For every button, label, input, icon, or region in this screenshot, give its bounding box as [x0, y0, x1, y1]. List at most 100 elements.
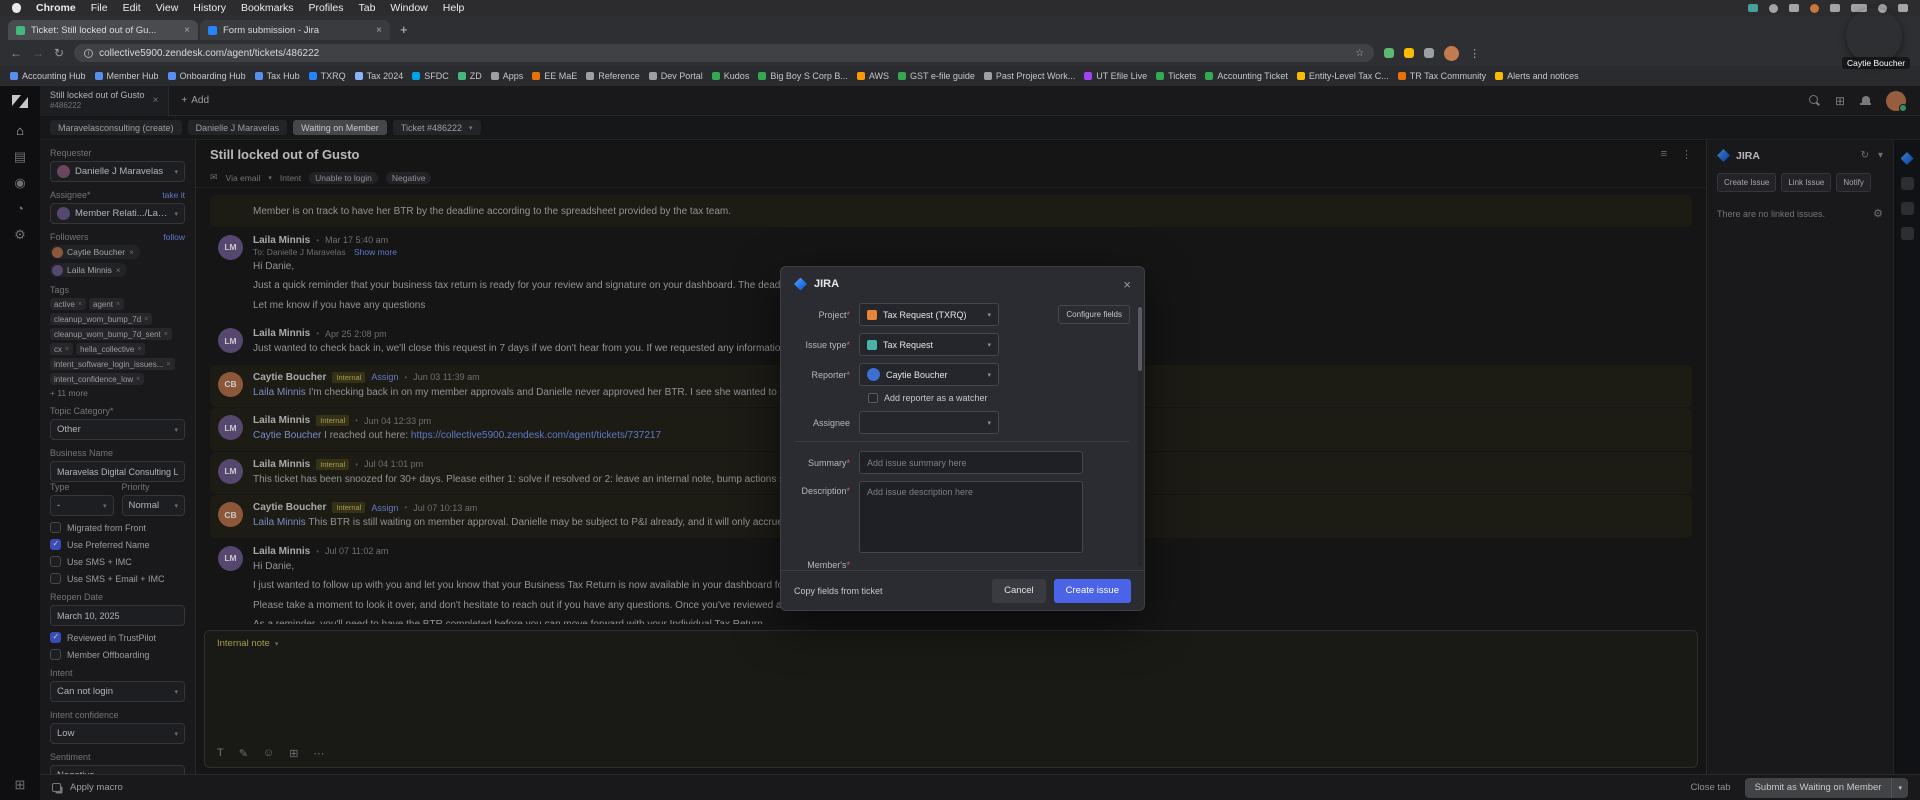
bookmark-item[interactable]: Entity-Level Tax C...: [1296, 71, 1389, 81]
site-info-icon[interactable]: i: [84, 48, 94, 58]
create-issue-button[interactable]: Create issue: [1053, 578, 1131, 603]
menubar-item[interactable]: Window: [390, 2, 427, 14]
bookmark-favicon: [490, 72, 499, 80]
members-label: Member's*: [807, 560, 850, 570]
bookmark-item[interactable]: TXRQ: [308, 71, 346, 81]
new-tab-button[interactable]: +: [400, 20, 408, 40]
assignee-select[interactable]: ▾: [859, 411, 999, 434]
bookmark-favicon: [167, 72, 176, 80]
macos-menubar: Chrome File Edit View History Bookmarks Profi…: [0, 0, 1920, 16]
bookmark-item[interactable]: EE MaE: [532, 71, 577, 81]
bookmark-item[interactable]: SFDC: [412, 71, 449, 81]
menubar-item[interactable]: History: [193, 2, 226, 14]
bookmark-item[interactable]: Accounting Hub: [10, 71, 86, 81]
reload-icon[interactable]: ↻: [54, 47, 64, 59]
bookmark-item[interactable]: UT Efile Live: [1084, 71, 1147, 81]
webcam-name-label: Caytie Boucher: [1842, 57, 1911, 69]
extensions-puzzle-icon[interactable]: [1424, 48, 1435, 58]
bookmark-item[interactable]: GST e-file guide: [898, 71, 975, 81]
configure-fields-button[interactable]: Configure fields: [1058, 305, 1130, 324]
bookmark-item[interactable]: Big Boy S Corp B...: [758, 71, 848, 81]
reporter-select[interactable]: Caytie Boucher ▾: [859, 363, 999, 386]
project-label: Project*: [818, 309, 850, 320]
bookmark-item[interactable]: Accounting Ticket: [1205, 71, 1288, 81]
project-select[interactable]: Tax Request (TXRQ) ▾: [859, 303, 999, 326]
reporter-avatar: [867, 368, 880, 381]
webcam-video: [1846, 8, 1902, 64]
tab-close-icon[interactable]: ×: [184, 25, 190, 36]
back-icon[interactable]: ←: [10, 47, 22, 59]
bookmark-item[interactable]: Alerts and notices: [1495, 71, 1579, 81]
watcher-checkbox-row[interactable]: Add reporter as a watcher: [868, 393, 1130, 403]
menubar-item[interactable]: File: [91, 2, 108, 14]
menubar-app-name[interactable]: Chrome: [36, 2, 76, 14]
copy-fields-link[interactable]: Copy fields from ticket: [794, 586, 883, 596]
chevron-down-icon: ▾: [987, 311, 991, 319]
apple-menu-icon[interactable]: [12, 3, 21, 13]
menubar-item[interactable]: Bookmarks: [241, 2, 294, 14]
bookmark-item[interactable]: ZD: [457, 71, 482, 81]
bookmark-favicon: [856, 72, 865, 80]
bookmark-favicon: [308, 72, 317, 80]
extension-icon[interactable]: [1404, 48, 1415, 58]
menubar-item[interactable]: Help: [443, 2, 465, 14]
bookmark-item[interactable]: Tickets: [1156, 71, 1196, 81]
browser-tab-ticket[interactable]: Ticket: Still locked out of Gu... ×: [8, 20, 198, 40]
bookmark-item[interactable]: AWS: [856, 71, 889, 81]
wifi-icon[interactable]: [1830, 4, 1840, 12]
issue-type-select[interactable]: Tax Request ▾: [859, 333, 999, 356]
status-icon[interactable]: [1810, 3, 1819, 13]
bookmark-favicon: [648, 72, 657, 80]
bookmark-favicon: [758, 72, 767, 80]
browser-tab-jira-form[interactable]: Form submission - Jira ×: [200, 20, 390, 40]
bookmark-star-icon[interactable]: ☆: [1355, 48, 1364, 59]
cancel-button[interactable]: Cancel: [992, 578, 1046, 603]
bookmark-favicon: [983, 72, 992, 80]
bookmark-item[interactable]: Reference: [586, 71, 640, 81]
bookmark-item[interactable]: Member Hub: [94, 71, 159, 81]
menubar-item[interactable]: Profiles: [308, 2, 343, 14]
bookmark-favicon: [412, 72, 421, 80]
status-icon[interactable]: [1769, 3, 1778, 13]
forward-icon[interactable]: →: [32, 47, 44, 59]
display-icon[interactable]: [1789, 4, 1799, 12]
bookmark-item[interactable]: Tax 2024: [354, 71, 403, 81]
summary-label: Summary*: [807, 457, 850, 468]
webcam-overlay: Caytie Boucher: [1842, 8, 1911, 82]
chevron-down-icon: ▾: [987, 419, 991, 427]
bookmark-favicon: [1397, 72, 1406, 80]
watcher-checkbox[interactable]: [868, 393, 878, 403]
bookmark-item[interactable]: Past Project Work...: [983, 71, 1075, 81]
assignee-label: Assignee: [812, 417, 850, 428]
summary-input[interactable]: [859, 451, 1083, 474]
bookmark-item[interactable]: Tax Hub: [254, 71, 300, 81]
url-text: collective5900.zendesk.com/agent/tickets…: [99, 47, 320, 59]
description-input[interactable]: [859, 481, 1083, 553]
modal-scrollbar-thumb[interactable]: [1138, 307, 1142, 371]
bookmark-favicon: [10, 72, 18, 80]
bookmark-item[interactable]: Apps: [490, 71, 523, 81]
tab-close-icon[interactable]: ×: [376, 25, 382, 36]
menubar-item[interactable]: Tab: [358, 2, 375, 14]
bookmark-favicon: [586, 72, 595, 80]
browser-menu-icon[interactable]: ⋮: [1469, 47, 1480, 60]
jira-create-issue-modal: JIRA × Project* Tax Request (TXRQ) ▾ Con…: [780, 266, 1145, 611]
tab-title: Ticket: Still locked out of Gu...: [31, 24, 157, 36]
url-bar[interactable]: i collective5900.zendesk.com/agent/ticke…: [74, 44, 1375, 62]
bookmark-item[interactable]: Kudos: [711, 71, 749, 81]
menubar-item[interactable]: Edit: [123, 2, 141, 14]
bookmark-favicon: [711, 72, 720, 80]
bookmark-favicon: [1156, 72, 1165, 80]
screen-record-icon[interactable]: [1748, 4, 1758, 12]
modal-close-icon[interactable]: ×: [1123, 277, 1131, 292]
bookmark-item[interactable]: Onboarding Hub: [167, 71, 246, 81]
browser-profile-avatar[interactable]: [1444, 45, 1460, 61]
issue-type-label: Issue type*: [805, 339, 850, 350]
bookmark-item[interactable]: Dev Portal: [648, 71, 703, 81]
tab-favicon: [208, 25, 217, 35]
bookmark-item[interactable]: TR Tax Community: [1397, 71, 1486, 81]
bookmark-favicon: [94, 72, 103, 80]
menubar-item[interactable]: View: [156, 2, 179, 14]
extension-icon[interactable]: [1384, 48, 1395, 58]
bookmark-favicon: [1084, 72, 1093, 80]
